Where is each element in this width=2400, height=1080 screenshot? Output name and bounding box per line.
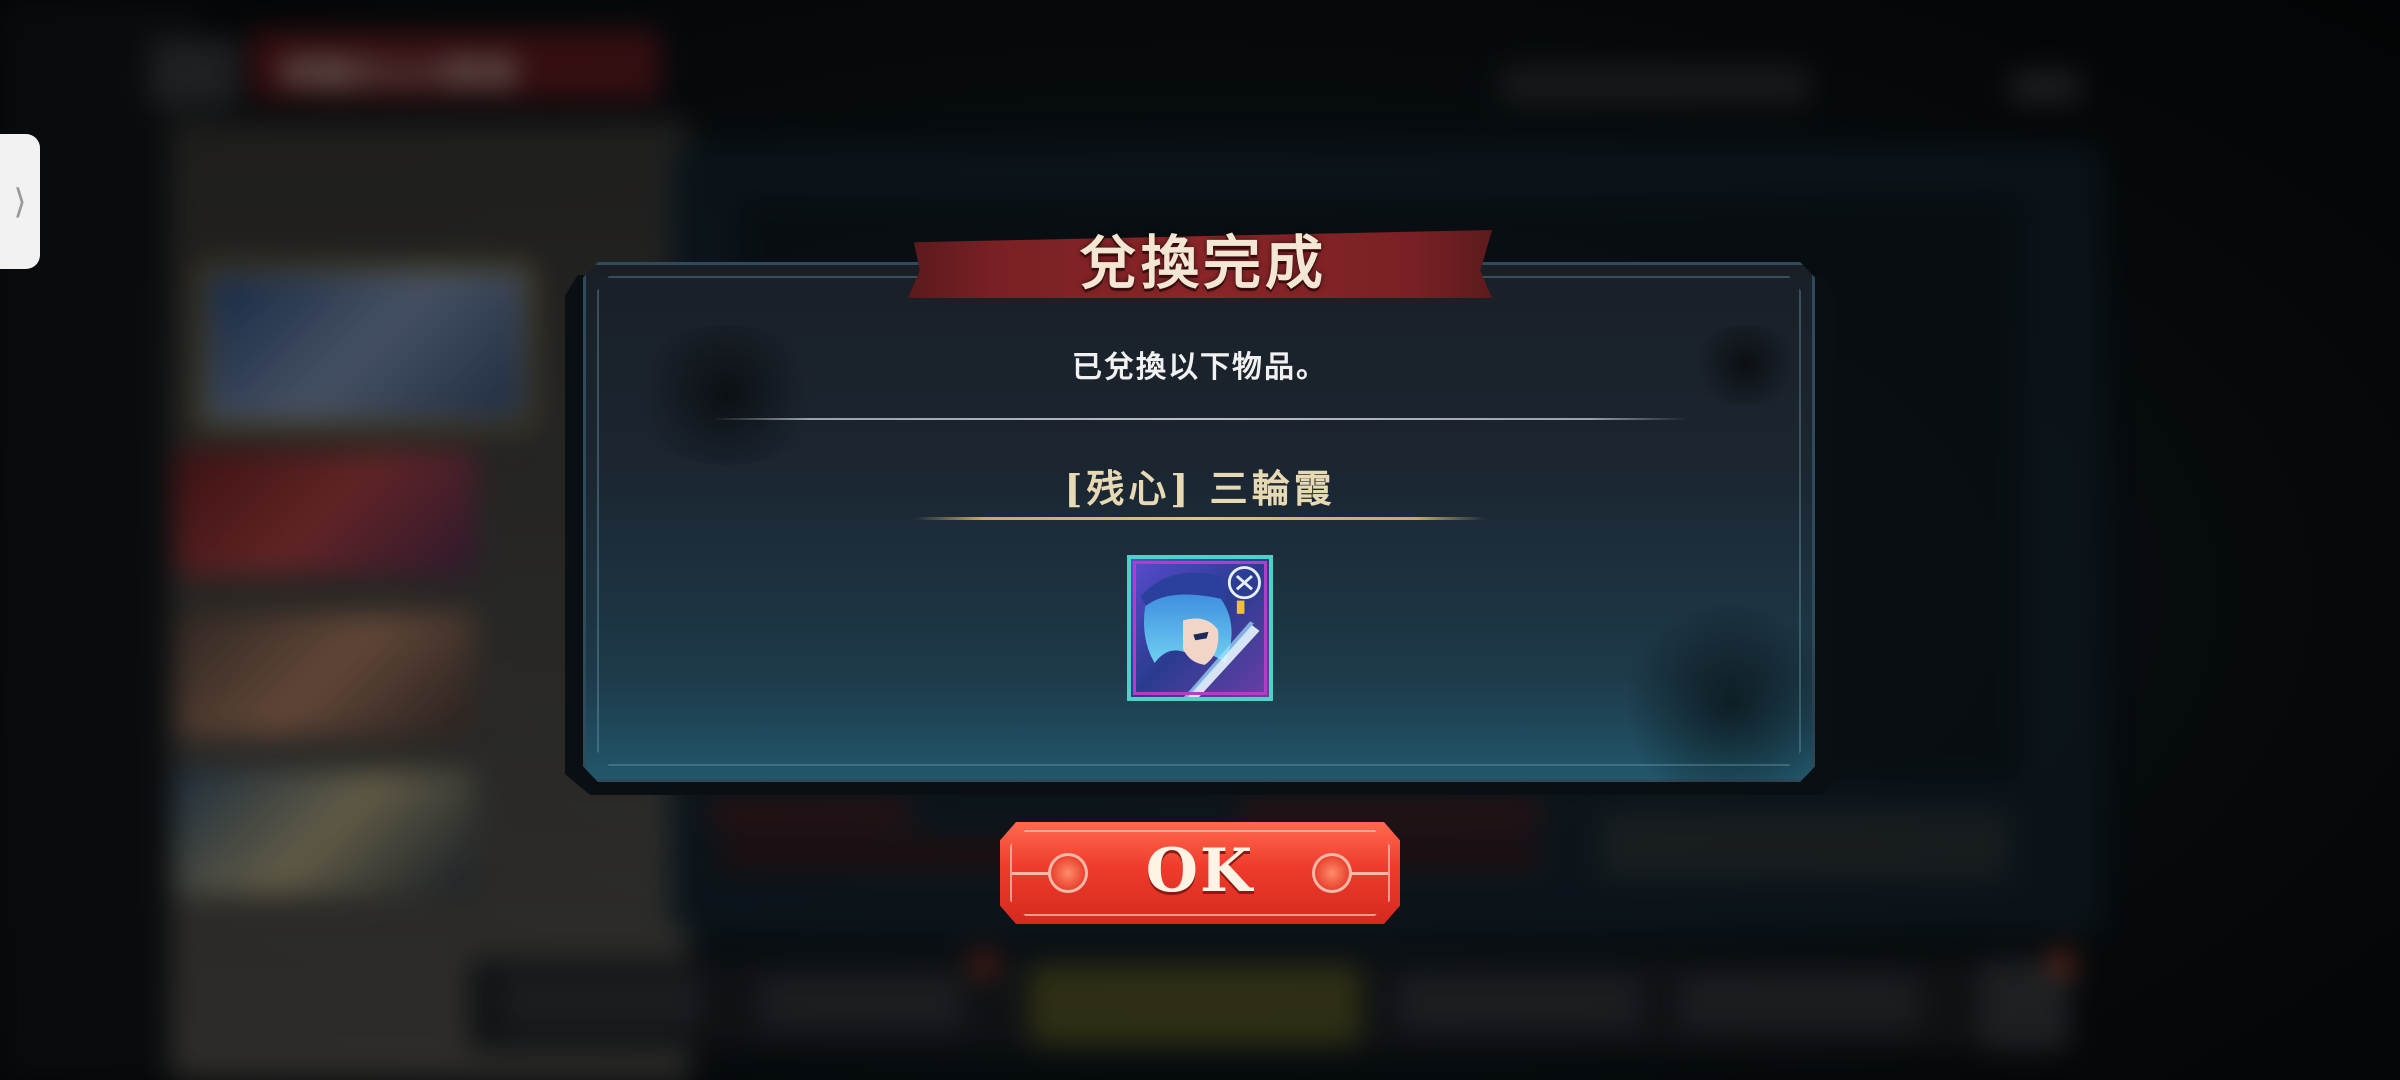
chevron-right-icon: ⟩ [13, 181, 27, 222]
ok-button[interactable]: OK [1000, 822, 1400, 924]
item-name: [残心] 三輪霞 [1064, 466, 1336, 511]
game-screen: 帰還兵士の勲章 ⟩ 兌換完成 已兌換以下物品。 [残心] 三輪霞 OK [0, 0, 2400, 1080]
side-drawer-handle[interactable]: ⟩ [0, 134, 40, 269]
ok-button-label: OK [1145, 836, 1255, 906]
dialog-message: 已兌換以下物品。 [1072, 350, 1328, 385]
dialog-title: 兌換完成 [1078, 229, 1327, 297]
item-name-underline [915, 517, 1485, 520]
exchange-complete-dialog: 兌換完成 已兌換以下物品。 [残心] 三輪霞 [565, 229, 1835, 795]
character-portrait-icon[interactable] [1127, 555, 1273, 701]
divider [713, 418, 1687, 420]
